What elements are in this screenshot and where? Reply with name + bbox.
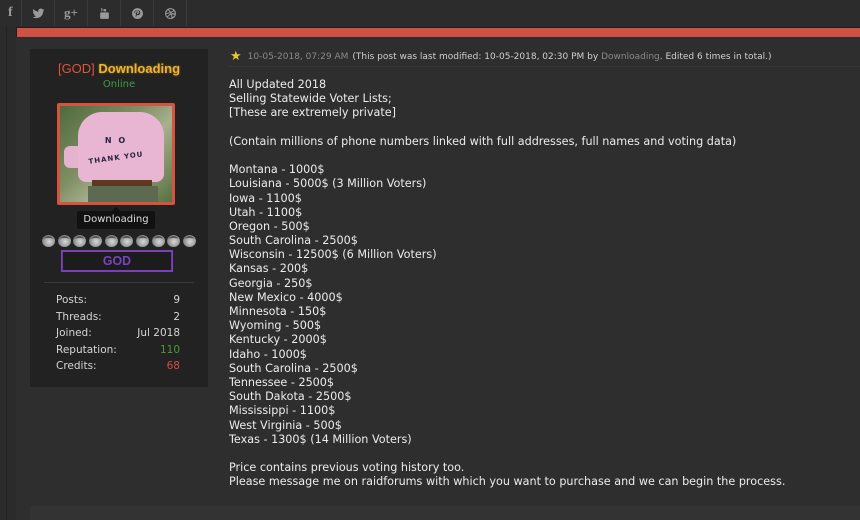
stat-value: Jul 2018 [137, 327, 180, 340]
online-status: Online [102, 79, 136, 90]
listing-item: Tennessee - 2500$ [229, 375, 335, 389]
twitter-link[interactable] [22, 0, 55, 26]
youtube-icon [99, 7, 109, 19]
facebook-icon: f [8, 5, 13, 20]
stat-label: Posts: [56, 294, 87, 306]
stat-label: Threads: [56, 310, 102, 323]
listing-item: Mississippi - 1100$ [229, 404, 336, 418]
pinterest-link[interactable] [121, 0, 154, 26]
twitter-icon [32, 8, 44, 18]
listing-item: Wyoming - 500$ [229, 319, 322, 333]
listing-item: New Mexico - 4000$ [229, 290, 343, 304]
credits-value: 68 [166, 360, 180, 373]
stat-joined: Joined: Jul 2018 [56, 325, 180, 342]
modified-by-link[interactable]: Downloading [601, 52, 660, 62]
listing-item: West Virginia - 500$ [229, 418, 342, 432]
listing-item: Idaho - 1000$ [229, 347, 307, 361]
listing-item: Louisiana - 5000$ (3 Million Voters) [229, 177, 427, 191]
listing-item: Wisconsin - 12500$ (6 Million Voters) [229, 248, 437, 262]
modified-prefix: (This post was last modified: 10-05-2018… [352, 51, 599, 62]
rank-star-icon [57, 235, 71, 247]
listing-item: Minnesota - 150$ [229, 305, 327, 318]
google-plus-icon: g+ [64, 5, 78, 20]
rank-star-icon [167, 235, 181, 247]
listing-item: Texas - 1300$ (14 Million Voters) [229, 432, 412, 446]
avatar-tooltip: Downloading [77, 207, 155, 229]
listing-item: Georgia - 250$ [229, 276, 313, 290]
avatar-shirt-text: N O [104, 136, 128, 145]
stat-posts: Posts: 9 [56, 292, 180, 309]
post-body: All Updated 2018 Selling Statewide Voter… [229, 78, 849, 489]
star-icon: ★ [230, 49, 242, 64]
stat-threads: Threads: 2 [56, 309, 180, 326]
rank-star-icon [151, 235, 165, 247]
listing-item: Iowa - 1100$ [229, 191, 302, 205]
stat-credits: Credits: 68 [56, 358, 180, 375]
pinterest-icon [131, 7, 143, 19]
dribbble-link[interactable] [154, 0, 187, 26]
post-line: [These are extremely private] [229, 106, 397, 120]
rank-star-icon [88, 235, 102, 247]
stat-label: Reputation: [56, 343, 117, 356]
avatar-shirt [78, 112, 164, 182]
listings: Montana - 1000$ Louisiana - 5000$ (3 Mil… [229, 163, 849, 447]
rank-badge: GOD [60, 250, 174, 272]
rank-star-icon [73, 235, 87, 247]
avatar-pants [88, 186, 158, 202]
rank-star-icon [120, 235, 134, 247]
facebook-link[interactable]: f [0, 0, 22, 26]
listing-item: Kansas - 200$ [229, 262, 309, 276]
post-date: 10-05-2018, 07:29 AM [247, 51, 349, 62]
listing-item: Kentucky - 2000$ [229, 333, 327, 347]
post-header-divider [228, 66, 860, 67]
google-plus-link[interactable]: g+ [55, 0, 88, 26]
post-footer-bar [30, 506, 860, 520]
rank-star-icon [135, 235, 149, 247]
user-stats: Posts: 9 Threads: 2 Joined: Jul 2018 Rep… [56, 292, 180, 375]
stat-value: 9 [173, 294, 180, 306]
user-tag: [GOD] [57, 61, 95, 76]
rank-star-icon [42, 235, 55, 247]
listing-item: Montana - 1000$ [229, 163, 325, 177]
post-line: Selling Statewide Voter Lists; [229, 92, 392, 106]
post-line: Price contains previous voting history t… [229, 461, 465, 475]
profile-divider [44, 282, 194, 283]
username: Downloading [98, 61, 181, 76]
listing-item: Utah - 1100$ [229, 205, 303, 219]
stat-label: Credits: [56, 360, 97, 373]
rank-star-icon [182, 235, 196, 247]
username-link[interactable]: [GOD] Downloading [30, 61, 208, 76]
social-bar: f g+ [0, 0, 860, 26]
rank-star-icon [104, 235, 118, 247]
stat-reputation: Reputation: 110 [56, 342, 180, 359]
post-modified-note: (This post was last modified: 10-05-2018… [352, 52, 771, 62]
avatar[interactable]: N O THANK YOU [57, 103, 175, 205]
stat-label: Joined: [56, 327, 92, 340]
listing-item: South Carolina - 2500$ [229, 361, 358, 375]
youtube-link[interactable] [88, 0, 121, 26]
modified-suffix: . Edited 6 times in total.) [659, 51, 772, 62]
post-meta: ★ 10-05-2018, 07:29 AM (This post was la… [230, 49, 771, 64]
post-line: Please message me on raidforums with whi… [229, 475, 786, 489]
post-note: (Contain millions of phone numbers linke… [229, 134, 737, 148]
left-rail [6, 26, 7, 520]
listing-item: South Dakota - 2500$ [229, 390, 352, 404]
listing-item: Oregon - 500$ [229, 219, 310, 233]
post-line: All Updated 2018 [229, 78, 327, 91]
user-profile-card: [GOD] Downloading Online N O THANK YOU D… [30, 49, 208, 387]
dribbble-icon [164, 7, 176, 19]
listing-item: South Carolina - 2500$ [229, 234, 358, 248]
thread-header-bar [16, 27, 860, 37]
reputation-value[interactable]: 110 [160, 342, 180, 359]
stat-value: 2 [173, 310, 180, 323]
rank-stars [42, 235, 196, 247]
